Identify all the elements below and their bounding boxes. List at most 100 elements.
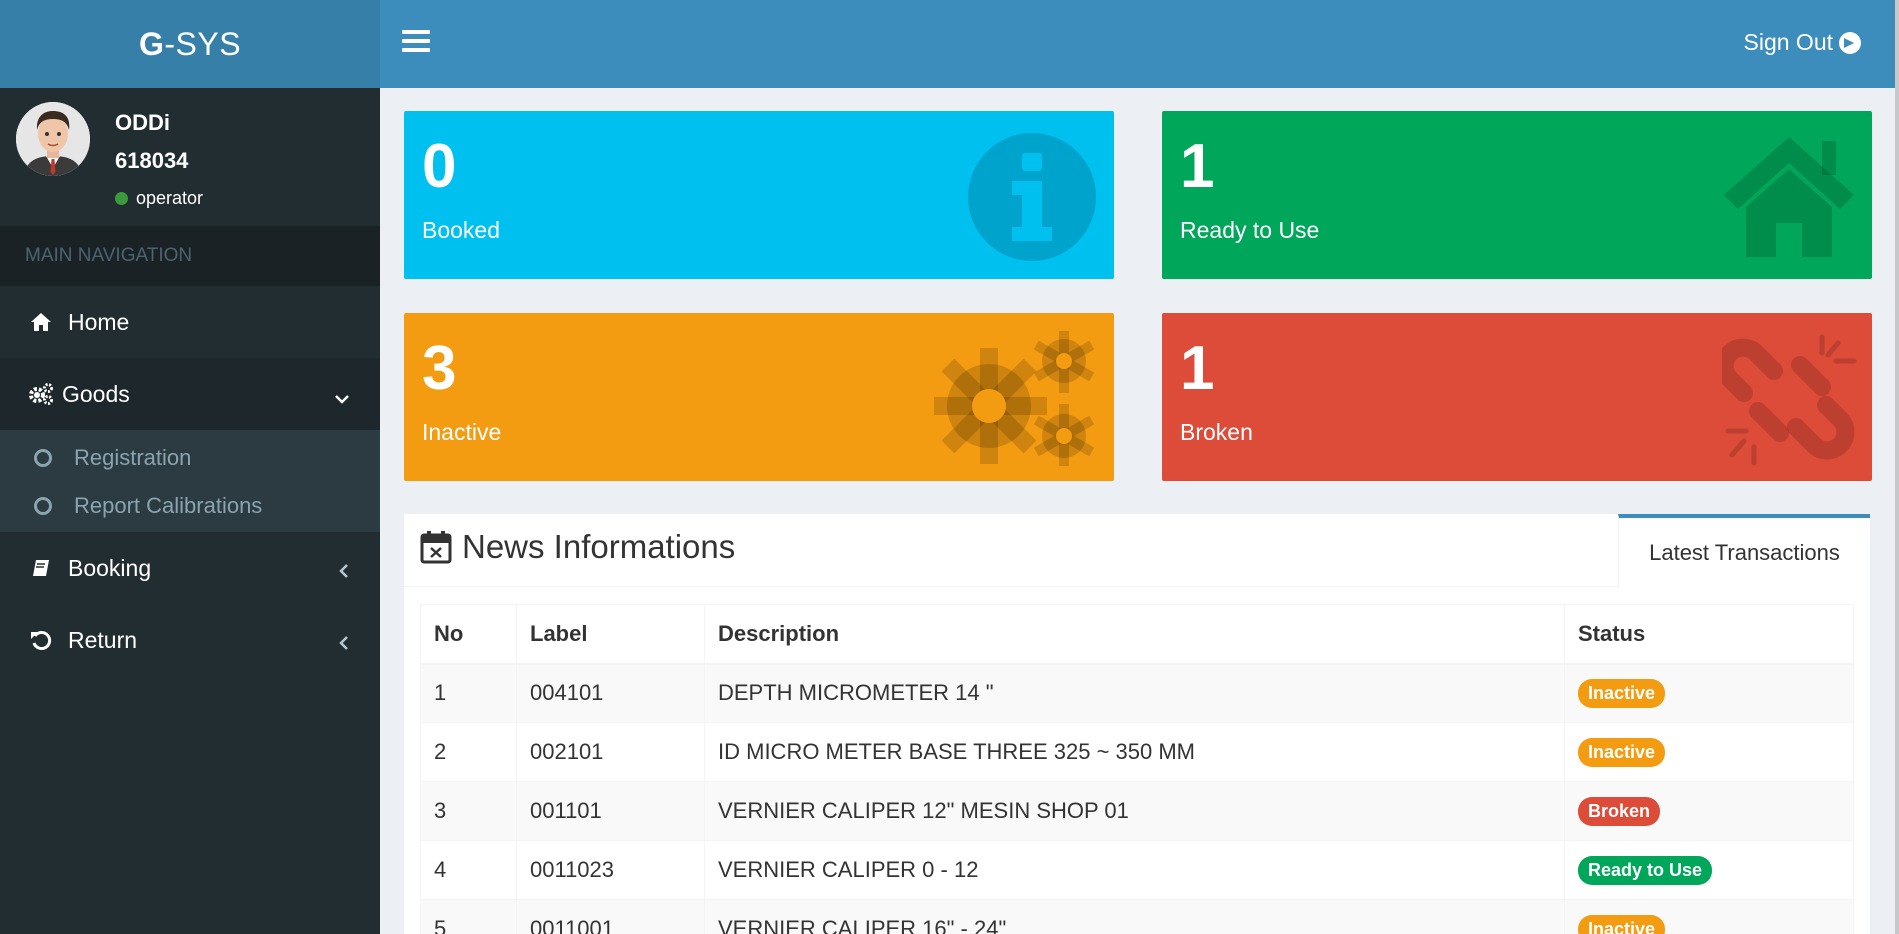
status-badge: Broken <box>1578 796 1661 826</box>
user-status: operator <box>115 188 203 209</box>
submenu-item-label: Registration <box>74 445 192 470</box>
cell-status: Inactive <box>1564 663 1854 723</box>
news-panel-header: News Informations Latest Transactions <box>404 514 1870 588</box>
cell-status: Inactive <box>1564 899 1854 934</box>
sidebar-item-home[interactable]: Home <box>0 286 380 358</box>
sidebar-toggle-button[interactable] <box>402 30 430 58</box>
cell-description: DEPTH MICROMETER 14 " <box>704 663 1565 723</box>
table-row[interactable]: 1 004101 DEPTH MICROMETER 14 " Inactive <box>420 663 1854 723</box>
ready-info-box: 1 Ready to Use <box>1162 111 1872 279</box>
booked-label: Booked <box>422 217 501 243</box>
logo-suffix: -SYS <box>164 25 242 62</box>
cell-label: 0011023 <box>516 840 705 900</box>
cell-label: 0011001 <box>516 899 705 934</box>
broken-label: Broken <box>1180 419 1253 445</box>
user-id: 618034 <box>115 148 189 173</box>
cogs-icon <box>28 382 54 406</box>
status-badge: Inactive <box>1578 678 1666 708</box>
broken-info-box: 1 Broken <box>1162 313 1872 481</box>
user-role: operator <box>136 188 204 208</box>
chevron-down-icon <box>334 384 350 411</box>
status-badge: Ready to Use <box>1578 855 1713 885</box>
table-row[interactable]: 3 001101 VERNIER CALIPER 12" MESIN SHOP 01… <box>420 781 1854 841</box>
sidebar: ODDi 618034 operator MAIN NAVIGATION Hom… <box>0 88 380 934</box>
user-avatar-icon <box>16 102 90 176</box>
column-header-description: Description <box>704 604 1565 665</box>
calendar-times-icon <box>420 531 452 564</box>
chevron-left-icon <box>338 630 350 657</box>
sign-out-button[interactable]: Sign Out <box>1743 29 1861 56</box>
home-icon <box>1724 137 1854 257</box>
sidebar-item-return[interactable]: Return <box>0 604 380 676</box>
cell-label: 001101 <box>516 781 705 841</box>
inactive-label: Inactive <box>422 419 502 445</box>
cell-description: VERNIER CALIPER 12" MESIN SHOP 01 <box>704 781 1565 841</box>
submenu-item-registration[interactable]: Registration <box>0 434 380 482</box>
ready-label: Ready to Use <box>1180 217 1320 243</box>
cell-description: ID MICRO METER BASE THREE 325 ~ 350 MM <box>704 722 1565 782</box>
hamburger-icon-bar <box>402 39 430 43</box>
column-header-no: No <box>420 604 517 665</box>
inactive-count: 3 <box>422 334 457 403</box>
cell-no: 2 <box>420 722 517 782</box>
main-navigation-header: MAIN NAVIGATION <box>0 226 380 286</box>
news-panel-title: News Informations <box>420 528 735 566</box>
table-header-row: No Label Description Status <box>420 604 1854 665</box>
cell-status: Inactive <box>1564 722 1854 782</box>
cell-status: Broken <box>1564 781 1854 841</box>
inactive-info-box: 3 Inactive <box>404 313 1114 481</box>
sidebar-item-label: Return <box>68 626 138 653</box>
cell-label: 002101 <box>516 722 705 782</box>
undo-icon <box>28 629 54 651</box>
goods-submenu: Registration Report Calibrations <box>0 430 380 532</box>
cell-label: 004101 <box>516 663 705 723</box>
sidebar-item-booking[interactable]: Booking <box>0 532 380 604</box>
transactions-table: No Label Description Status 1 004101 DEPTH… <box>420 604 1854 934</box>
booked-info-box: 0 Booked <box>404 111 1114 279</box>
sidebar-item-goods[interactable]: Goods <box>0 358 380 430</box>
app-logo[interactable]: G -SYS <box>0 0 380 88</box>
page-scrollbar[interactable] <box>1895 0 1899 934</box>
status-badge: Inactive <box>1578 737 1666 767</box>
cell-no: 4 <box>420 840 517 900</box>
top-navbar: Sign Out <box>380 0 1895 88</box>
ready-count: 1 <box>1180 132 1215 201</box>
table-row[interactable]: 5 0011001 VERNIER CALIPER 16" - 24" Inactiv… <box>420 899 1854 934</box>
arrow-circle-right-icon <box>1839 31 1861 54</box>
sidebar-item-label: Goods <box>62 380 130 407</box>
sidebar-item-label: Home <box>68 308 130 335</box>
submenu-item-label: Report Calibrations <box>74 493 263 518</box>
table-row[interactable]: 4 0011023 VERNIER CALIPER 0 - 12 Ready to U… <box>420 840 1854 900</box>
sidebar-item-label: Booking <box>68 554 152 581</box>
cell-description: VERNIER CALIPER 16" - 24" <box>704 899 1565 934</box>
info-icon <box>968 133 1096 261</box>
gears-icon <box>934 331 1095 466</box>
user-panel: ODDi 618034 operator <box>0 88 380 226</box>
circle-icon <box>34 497 52 515</box>
submenu-item-report-calibrations[interactable]: Report Calibrations <box>0 482 380 530</box>
status-badge: Inactive <box>1578 914 1666 934</box>
circle-icon <box>34 449 52 467</box>
logo-prefix: G <box>138 25 165 62</box>
transactions-table-body: 1 004101 DEPTH MICROMETER 14 " Inactive 2 002… <box>420 663 1854 934</box>
broken-count: 1 <box>1180 334 1215 403</box>
avatar <box>16 102 90 176</box>
book-icon <box>28 558 54 578</box>
tab-label: Latest Transactions <box>1649 540 1840 565</box>
news-title: News Informations <box>462 528 736 565</box>
cell-no: 5 <box>420 899 517 934</box>
tab-latest-transactions[interactable]: Latest Transactions <box>1618 514 1870 588</box>
user-name: ODDi <box>115 110 170 135</box>
column-header-label: Label <box>516 604 705 665</box>
booked-count: 0 <box>422 132 457 201</box>
column-header-status: Status <box>1564 604 1854 665</box>
broken-link-icon <box>1722 334 1857 466</box>
home-icon <box>28 312 54 332</box>
table-row[interactable]: 2 002101 ID MICRO METER BASE THREE 325 ~ 3… <box>420 722 1854 782</box>
cell-status: Ready to Use <box>1564 840 1854 900</box>
sign-out-label: Sign Out <box>1743 29 1834 55</box>
news-panel: News Informations Latest Transactions No… <box>404 514 1870 934</box>
online-status-icon <box>115 192 128 205</box>
hamburger-icon-bar <box>402 48 430 52</box>
chevron-left-icon <box>338 558 350 585</box>
